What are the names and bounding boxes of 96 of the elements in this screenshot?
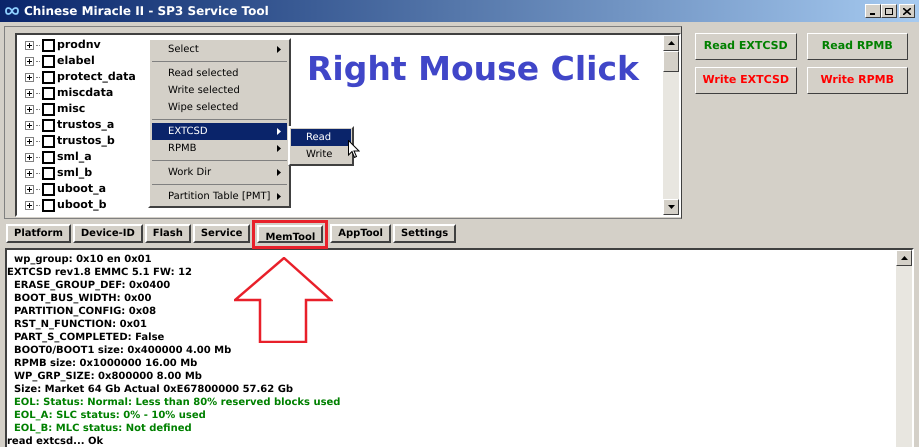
tab[interactable]: Device-ID xyxy=(72,224,143,243)
log-line: EOL_B: MLC status: Not defined xyxy=(12,422,193,435)
menu-item[interactable]: Write xyxy=(291,146,351,163)
tree-item-label[interactable]: trustos_a xyxy=(57,118,114,132)
tree-item-label[interactable]: trustos_b xyxy=(57,134,115,148)
log-line: ERASE_GROUP_DEF: 0x0400 xyxy=(12,279,172,292)
tree-item-label[interactable]: elabel xyxy=(57,54,95,68)
menu-item[interactable]: RPMB xyxy=(152,140,287,157)
minimize-button[interactable] xyxy=(865,4,881,18)
tree-item-label[interactable]: prodnv xyxy=(57,38,101,52)
log-line: read extcsd... Ok xyxy=(7,435,104,447)
tree-checkbox[interactable] xyxy=(42,118,55,132)
infinity-logo-icon xyxy=(4,5,20,17)
menu-item[interactable]: Wipe selected xyxy=(152,99,287,116)
tree-checkbox[interactable] xyxy=(42,182,55,196)
tree-checkbox[interactable] xyxy=(42,70,55,84)
tree-item-label[interactable]: uboot_b xyxy=(57,198,106,212)
plus-icon xyxy=(27,42,32,48)
log-line: EXTCSD rev1.8 EMMC 5.1 FW: 12 xyxy=(7,266,193,279)
expand-toggle[interactable] xyxy=(25,56,34,66)
plus-icon xyxy=(27,90,32,96)
menu-item[interactable]: EXTCSD xyxy=(152,123,287,140)
tab[interactable]: Platform xyxy=(6,224,71,243)
tree-checkbox[interactable] xyxy=(42,86,55,100)
expand-toggle[interactable] xyxy=(25,184,34,194)
plus-icon xyxy=(27,202,32,208)
log-line: PARTITION_CONFIG: 0x08 xyxy=(12,305,158,318)
submenu-arrow-icon xyxy=(277,169,281,176)
submenu-arrow-icon xyxy=(277,193,281,200)
log-line: RPMB size: 0x1000000 16.00 Mb xyxy=(12,357,198,370)
log-line: Size: Market 64 Gb Actual 0xE67800000 57.62 Gb xyxy=(12,383,294,396)
plus-icon xyxy=(27,58,32,64)
tab[interactable]: AppTool xyxy=(330,224,391,243)
tree-checkbox[interactable] xyxy=(42,166,55,180)
plus-icon xyxy=(27,186,32,192)
up-arrow-icon xyxy=(900,256,908,260)
submenu-arrow-icon xyxy=(277,128,281,135)
scroll-up-button[interactable] xyxy=(896,250,912,266)
log-line: RST_N_FUNCTION: 0x01 xyxy=(12,318,148,331)
tree-item-label[interactable]: miscdata xyxy=(57,86,114,100)
log-line: WP_GRP_SIZE: 0x800000 8.00 Mb xyxy=(12,370,203,383)
scroll-up-button[interactable] xyxy=(663,35,679,51)
tree-item-label[interactable]: sml_a xyxy=(57,150,92,164)
plus-icon xyxy=(27,106,32,112)
log-line: wp_group: 0x10 en 0x01 xyxy=(12,253,153,266)
expand-toggle[interactable] xyxy=(25,200,34,210)
tab[interactable]: Service xyxy=(192,224,250,243)
log-line: PART_S_COMPLETED: False xyxy=(12,331,166,344)
tree-checkbox[interactable] xyxy=(42,198,55,212)
tree-item-label[interactable]: protect_data xyxy=(57,70,136,84)
plus-icon xyxy=(27,154,32,160)
expand-toggle[interactable] xyxy=(25,88,34,98)
expand-toggle[interactable] xyxy=(25,168,34,178)
expand-toggle[interactable] xyxy=(25,120,34,130)
scroll-thumb[interactable] xyxy=(663,51,679,72)
maximize-icon xyxy=(885,8,893,14)
maximize-button[interactable] xyxy=(881,4,897,18)
expand-toggle[interactable] xyxy=(25,104,34,114)
plus-icon xyxy=(27,74,32,80)
window-title: Chinese Miracle II - SP3 Service Tool xyxy=(24,3,269,20)
menu-item[interactable]: Select xyxy=(152,41,287,58)
tree-checkbox[interactable] xyxy=(42,134,55,148)
tree-checkbox[interactable] xyxy=(42,54,55,68)
log-line: BOOT_BUS_WIDTH: 0x00 xyxy=(12,292,152,305)
close-button[interactable] xyxy=(899,4,915,18)
log-line: EOL: Status: Normal: Less than 80% reserved blocks used xyxy=(12,396,342,409)
up-arrow-icon xyxy=(668,41,674,45)
scroll-down-button[interactable] xyxy=(663,199,679,215)
menu-item[interactable]: Write selected xyxy=(152,82,287,99)
log-line: EOL_A: SLC status: 0% - 10% used xyxy=(12,409,207,422)
close-icon xyxy=(903,8,911,14)
tree-item-label[interactable]: sml_b xyxy=(57,166,92,180)
menu-item[interactable]: Partition Table [PMT] xyxy=(152,188,287,205)
menu-item[interactable]: Work Dir xyxy=(152,164,287,181)
submenu-arrow-icon xyxy=(277,145,281,152)
expand-toggle[interactable] xyxy=(25,152,34,162)
tree-checkbox[interactable] xyxy=(42,38,55,52)
annotation-caption: Right Mouse Click xyxy=(307,49,639,88)
menu-item[interactable]: Read selected xyxy=(152,65,287,82)
tree-item-label[interactable]: misc xyxy=(57,102,86,116)
menu-item[interactable]: Read xyxy=(291,129,351,146)
tab[interactable]: Settings xyxy=(392,224,456,243)
plus-icon xyxy=(27,170,32,176)
tree-checkbox[interactable] xyxy=(42,102,55,116)
expand-toggle[interactable] xyxy=(25,40,34,50)
tab[interactable]: MemTool xyxy=(257,225,324,243)
submenu-arrow-icon xyxy=(277,46,281,53)
tab[interactable]: Flash xyxy=(144,224,191,243)
expand-toggle[interactable] xyxy=(25,72,34,82)
tree-item-label[interactable]: uboot_a xyxy=(57,182,106,196)
expand-toggle[interactable] xyxy=(25,136,34,146)
plus-icon xyxy=(27,122,32,128)
plus-icon xyxy=(27,138,32,144)
tree-checkbox[interactable] xyxy=(42,150,55,164)
down-arrow-icon xyxy=(668,205,674,209)
log-line: BOOT0/BOOT1 size: 0x400000 4.00 Mb xyxy=(12,344,232,357)
